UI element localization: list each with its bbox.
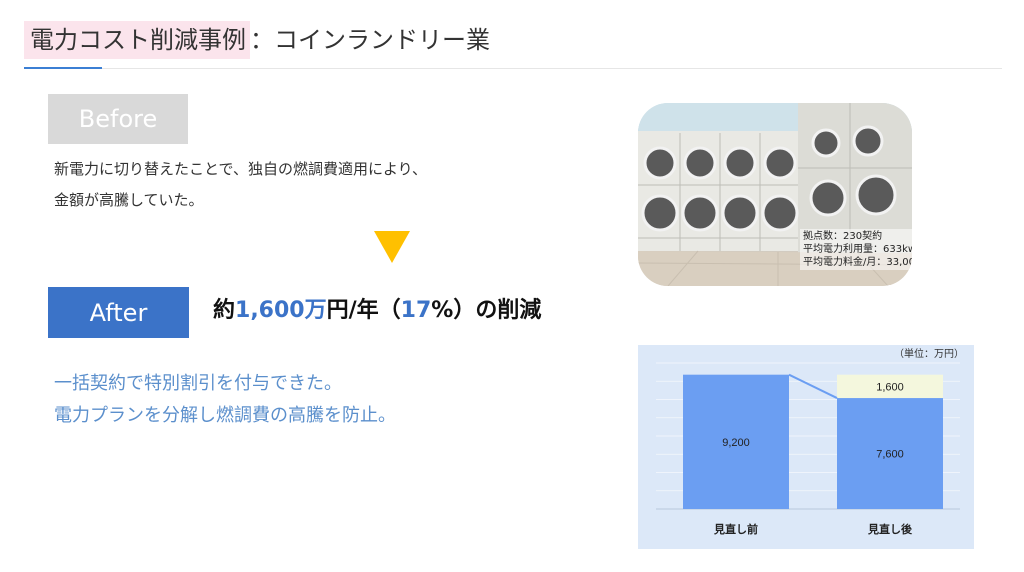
after-description: 一括契約で特別割引を付与できた。 電力プランを分解し燃調費の高騰を防止。 xyxy=(54,368,396,432)
before-line-2: 金額が高騰していた。 xyxy=(54,191,204,209)
after-headline: 約1,600万円/年（17%）の削減 xyxy=(213,294,541,328)
headline-percent: 17 xyxy=(400,298,432,323)
info-sites: 拠点数：230契約 xyxy=(803,231,883,242)
page-title-rest: ：コインランドリー業 xyxy=(250,26,490,54)
cost-comparison-chart: （単位：万円） 9,200 見直し前 7,600 1,600 見直し後 xyxy=(638,345,974,549)
title-divider xyxy=(24,68,1002,69)
page-title: 電力コスト削減事例 ：コインランドリー業 xyxy=(24,20,490,60)
down-arrow-icon xyxy=(374,231,410,263)
after-badge: After xyxy=(48,287,189,338)
before-description: 新電力に切り替えたことで、独自の燃調費適用により、 金額が高騰していた。 xyxy=(54,154,427,216)
headline-suffix: %）の削減 xyxy=(431,298,542,323)
chart-data-label: 9,200 xyxy=(722,437,750,449)
headline-amount: 1,600万 xyxy=(235,298,327,323)
after-line-2: 電力プランを分解し燃調費の高騰を防止。 xyxy=(54,405,396,426)
before-line-1: 新電力に切り替えたことで、独自の燃調費適用により、 xyxy=(54,160,428,178)
headline-prefix: 約 xyxy=(213,298,236,323)
page-title-highlight: 電力コスト削減事例 xyxy=(24,21,250,59)
title-accent-bar xyxy=(24,67,102,69)
chart-data-label: 1,600 xyxy=(876,381,904,393)
chart-data-label: 7,600 xyxy=(876,449,904,461)
chart-category-label: 見直し前 xyxy=(713,522,758,536)
headline-mid: 円/年（ xyxy=(326,298,401,323)
chart-unit-label: （単位：万円） xyxy=(894,347,964,360)
after-line-1: 一括契約で特別割引を付与できた。 xyxy=(54,373,342,394)
chart-category-label: 見直し後 xyxy=(867,522,913,536)
before-badge: Before xyxy=(48,94,188,144)
info-usage: 平均電力利用量：633kwh xyxy=(803,244,912,255)
laundromat-photo: 拠点数：230契約 平均電力利用量：633kwh 平均電力料金/月：33,000… xyxy=(638,103,912,286)
info-fee: 平均電力料金/月：33,000円 xyxy=(803,257,912,268)
photo-info-overlay: 拠点数：230契約 平均電力利用量：633kwh 平均電力料金/月：33,000… xyxy=(800,229,912,270)
